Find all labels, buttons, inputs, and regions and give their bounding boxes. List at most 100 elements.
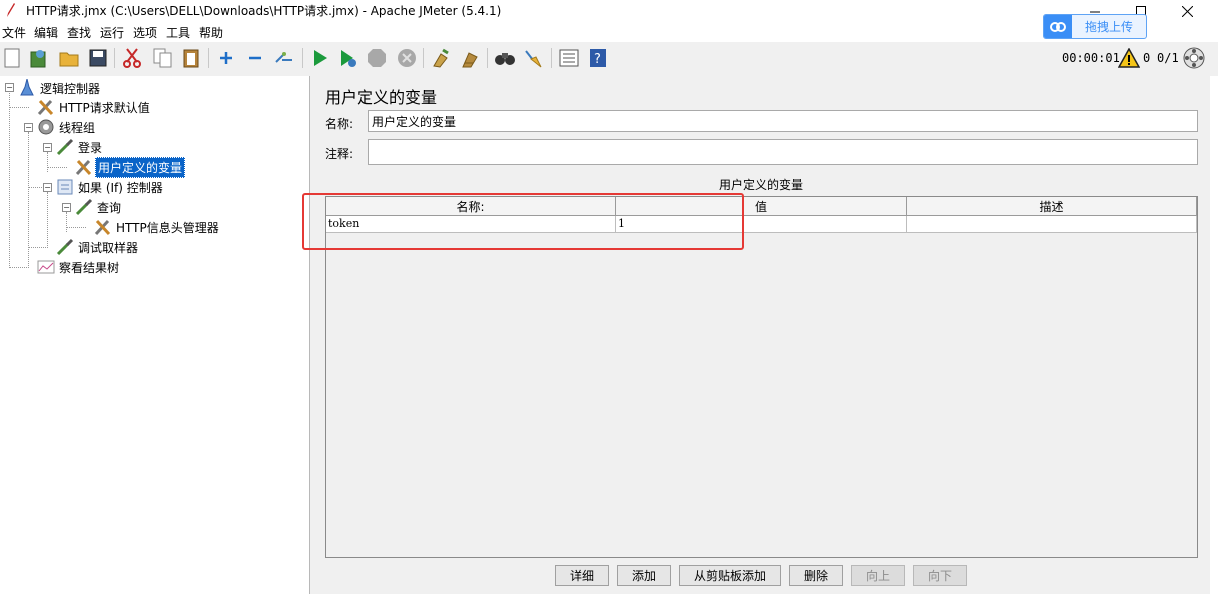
test-plan-tree: − − − − − 逻辑控制器 HTTP请求默认值 线程组 登录 用户定义的变量…	[0, 76, 310, 594]
close-window-button[interactable]	[1164, 0, 1210, 22]
tree-node-debug-sampler[interactable]: 调试取样器	[56, 237, 140, 257]
menu-run[interactable]: 运行	[100, 24, 124, 41]
expand-all-icon[interactable]	[215, 47, 237, 69]
tree-node-login[interactable]: 登录	[56, 137, 104, 157]
help-icon[interactable]: ?	[587, 47, 609, 69]
split-pane-divider[interactable]	[310, 76, 317, 594]
listener-graph-icon	[37, 258, 55, 276]
tree-connector	[47, 192, 48, 246]
search-binoculars-icon[interactable]	[494, 47, 516, 69]
paste-icon[interactable]	[180, 47, 202, 69]
toolbar-separator	[302, 48, 303, 68]
comment-label: 注释:	[325, 147, 354, 161]
open-folder-icon[interactable]	[58, 47, 80, 69]
annotation-highlight-box	[302, 193, 744, 250]
collapse-toggle[interactable]: −	[24, 123, 33, 132]
variables-table: 名称: 值 描述 token 1	[325, 196, 1198, 558]
tree-node-user-variables[interactable]: 用户定义的变量	[75, 156, 186, 178]
save-icon[interactable]	[87, 47, 109, 69]
function-helper-list-icon[interactable]	[558, 47, 580, 69]
toolbar-separator	[551, 48, 552, 68]
collapse-toggle[interactable]: −	[43, 143, 52, 152]
name-field[interactable]: 用户定义的变量	[368, 110, 1198, 132]
elapsed-timer: 00:00:01	[1062, 51, 1120, 65]
tree-node-query[interactable]: 查询	[75, 197, 123, 217]
menu-bar: 文件 编辑 查找 运行 选项 工具 帮助	[0, 22, 1218, 42]
tree-node-if-controller[interactable]: 如果 (If) 控制器	[56, 177, 165, 197]
baidu-cloud-icon	[1044, 15, 1072, 38]
reset-search-broom-icon[interactable]	[523, 47, 545, 69]
toolbar-separator	[208, 48, 209, 68]
tree-node-label: 查询	[97, 200, 122, 215]
sampler-pipette-icon	[56, 238, 74, 256]
tree-node-label: 用户定义的变量	[95, 156, 186, 178]
sampler-pipette-icon	[75, 198, 93, 216]
close-icon	[1181, 5, 1193, 17]
start-icon[interactable]	[309, 47, 331, 69]
clear-icon[interactable]	[430, 47, 452, 69]
tree-node-label: 调试取样器	[78, 240, 139, 255]
tree-node-http-defaults[interactable]: HTTP请求默认值	[37, 97, 152, 117]
config-wrench-icon	[94, 218, 112, 236]
stop-icon[interactable]	[366, 47, 388, 69]
window-title: HTTP请求.jmx (C:\Users\DELL\Downloads\HTTP…	[26, 4, 502, 18]
tree-node-thread-group[interactable]: 线程组	[37, 117, 97, 137]
detail-button[interactable]: 详细	[555, 565, 609, 586]
collapse-toggle[interactable]: −	[62, 203, 71, 212]
tree-connector	[66, 227, 86, 228]
warning-icon[interactable]	[1118, 48, 1140, 68]
tree-node-results-tree[interactable]: 察看结果树	[37, 257, 121, 277]
move-down-button[interactable]: 向下	[913, 565, 967, 586]
collapse-all-icon[interactable]	[244, 47, 266, 69]
add-button[interactable]: 添加	[617, 565, 671, 586]
name-label: 名称:	[325, 117, 354, 131]
clear-all-icon[interactable]	[459, 47, 481, 69]
add-from-clipboard-button[interactable]: 从剪贴板添加	[679, 565, 781, 586]
tree-connector	[47, 167, 67, 168]
collapse-toggle[interactable]: −	[43, 183, 52, 192]
menu-options[interactable]: 选项	[133, 24, 157, 41]
table-caption: 用户定义的变量	[718, 178, 803, 192]
thread-group-gear-icon	[37, 118, 55, 136]
menu-tools[interactable]: 工具	[166, 24, 190, 41]
collapse-toggle[interactable]: −	[5, 83, 14, 92]
toolbar-separator	[114, 48, 115, 68]
tree-node-label: 如果 (If) 控制器	[78, 180, 163, 195]
tree-node-label: 线程组	[59, 120, 96, 135]
toolbar-separator	[423, 48, 424, 68]
tree-connector	[28, 132, 29, 266]
tree-node-header-manager[interactable]: HTTP信息头管理器	[94, 217, 221, 237]
tree-connector	[47, 152, 48, 172]
menu-search[interactable]: 查找	[67, 24, 91, 41]
shutdown-icon[interactable]	[396, 47, 418, 69]
toggle-icon[interactable]	[273, 47, 295, 69]
new-file-icon[interactable]	[1, 47, 23, 69]
start-no-pause-icon[interactable]	[337, 47, 359, 69]
drag-upload-label: 拖拽上传	[1084, 20, 1133, 34]
tree-connector	[28, 247, 48, 248]
element-editor-panel: 用户定义的变量 名称: 用户定义的变量 注释: 用户定义的变量 名称: 值 描述…	[302, 76, 1210, 594]
toolbar-separator	[487, 48, 488, 68]
templates-icon[interactable]	[28, 47, 50, 69]
cell-description[interactable]	[907, 216, 1197, 233]
tree-node-label: HTTP信息头管理器	[116, 220, 219, 235]
svg-text:?: ?	[594, 52, 601, 67]
comment-field[interactable]	[368, 139, 1198, 165]
copy-icon[interactable]	[152, 47, 174, 69]
tree-node-label: 逻辑控制器	[40, 81, 101, 96]
tree-connector	[66, 212, 67, 232]
move-up-button[interactable]: 向上	[851, 565, 905, 586]
window-edge	[1210, 76, 1218, 594]
column-header-description[interactable]: 描述	[907, 197, 1197, 216]
title-bar: HTTP请求.jmx (C:\Users\DELL\Downloads\HTTP…	[0, 0, 1218, 22]
drag-upload-button[interactable]: 拖拽上传	[1043, 14, 1147, 39]
tree-node-label: 登录	[78, 140, 103, 155]
menu-help[interactable]: 帮助	[199, 24, 223, 41]
menu-file[interactable]: 文件	[2, 24, 26, 41]
tree-node-label: HTTP请求默认值	[59, 100, 150, 115]
test-plan-icon	[18, 79, 36, 97]
cut-icon[interactable]	[121, 47, 143, 69]
menu-edit[interactable]: 编辑	[34, 24, 58, 41]
tree-node-test-plan[interactable]: 逻辑控制器	[18, 78, 102, 98]
delete-button[interactable]: 删除	[789, 565, 843, 586]
